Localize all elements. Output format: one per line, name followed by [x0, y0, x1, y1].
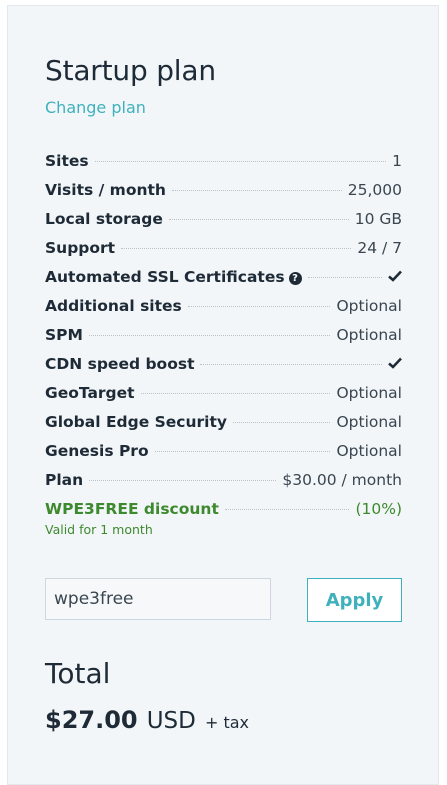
row-spm: SPM Optional	[45, 326, 402, 355]
row-value: 1	[392, 152, 402, 170]
row-local-storage: Local storage 10 GB	[45, 210, 402, 239]
dotted-leader	[121, 248, 352, 249]
row-label: Genesis Pro	[45, 442, 149, 460]
dotted-leader	[187, 306, 331, 307]
row-value: 25,000	[347, 181, 402, 199]
row-label-text: Automated SSL Certificates	[45, 268, 285, 286]
dotted-leader	[94, 161, 387, 162]
row-cdn: CDN speed boost	[45, 355, 402, 384]
row-label: CDN speed boost	[45, 355, 195, 373]
help-icon[interactable]: ?	[288, 272, 302, 285]
row-geotarget: GeoTarget Optional	[45, 384, 402, 413]
row-label: WPE3FREE discount	[45, 500, 219, 518]
row-value: Optional	[336, 442, 402, 460]
row-label: Support	[45, 239, 116, 257]
row-value	[388, 355, 402, 373]
row-label: Local storage	[45, 210, 163, 228]
dotted-leader	[307, 277, 382, 278]
row-value: Optional	[336, 326, 402, 344]
row-label: Sites	[45, 152, 89, 170]
plan-features-list: Sites 1 Visits / month 25,000 Local stor…	[45, 152, 402, 529]
row-value: Optional	[336, 297, 402, 315]
row-visits: Visits / month 25,000	[45, 181, 402, 210]
row-label: Additional sites	[45, 297, 182, 315]
plan-title: Startup plan	[45, 54, 216, 87]
row-genesis-pro: Genesis Pro Optional	[45, 442, 402, 471]
total-tax-note: + tax	[204, 713, 250, 732]
total-heading: Total	[45, 657, 111, 690]
check-icon	[388, 357, 402, 369]
row-value: Optional	[336, 413, 402, 431]
row-global-edge-security: Global Edge Security Optional	[45, 413, 402, 442]
row-ssl: Automated SSL Certificates?	[45, 268, 402, 297]
total-price: $27.00 USD + tax	[45, 706, 249, 734]
dotted-leader	[140, 393, 331, 394]
check-icon	[388, 270, 402, 282]
row-value: 10 GB	[354, 210, 402, 228]
row-label: GeoTarget	[45, 384, 135, 402]
dotted-leader	[171, 190, 342, 191]
row-plan: Plan $30.00 / month	[45, 471, 402, 500]
row-value: Optional	[336, 384, 402, 402]
row-label: Plan	[45, 471, 84, 489]
row-label: Automated SSL Certificates?	[45, 268, 302, 286]
dotted-leader	[154, 451, 331, 452]
row-value: $30.00 / month	[282, 471, 402, 489]
row-label: Global Edge Security	[45, 413, 228, 431]
dotted-leader	[89, 480, 277, 481]
plan-summary-panel: Startup plan Change plan Sites 1 Visits …	[7, 5, 439, 785]
row-support: Support 24 / 7	[45, 239, 402, 268]
dotted-leader	[224, 509, 350, 510]
dotted-leader	[88, 335, 331, 336]
discount-validity-note: Valid for 1 month	[45, 522, 153, 537]
row-additional-sites: Additional sites Optional	[45, 297, 402, 326]
row-value: (10%)	[355, 500, 402, 518]
dotted-leader	[233, 422, 331, 423]
change-plan-link[interactable]: Change plan	[45, 98, 146, 117]
dotted-leader	[168, 219, 349, 220]
dotted-leader	[200, 364, 382, 365]
total-currency: USD	[146, 708, 196, 734]
row-value: 24 / 7	[357, 239, 402, 257]
row-sites: Sites 1	[45, 152, 402, 181]
apply-coupon-button[interactable]: Apply	[307, 578, 402, 622]
row-label: SPM	[45, 326, 83, 344]
total-amount: $27.00	[45, 706, 138, 734]
coupon-code-input[interactable]	[45, 578, 271, 620]
row-label: Visits / month	[45, 181, 166, 199]
row-value	[388, 268, 402, 286]
